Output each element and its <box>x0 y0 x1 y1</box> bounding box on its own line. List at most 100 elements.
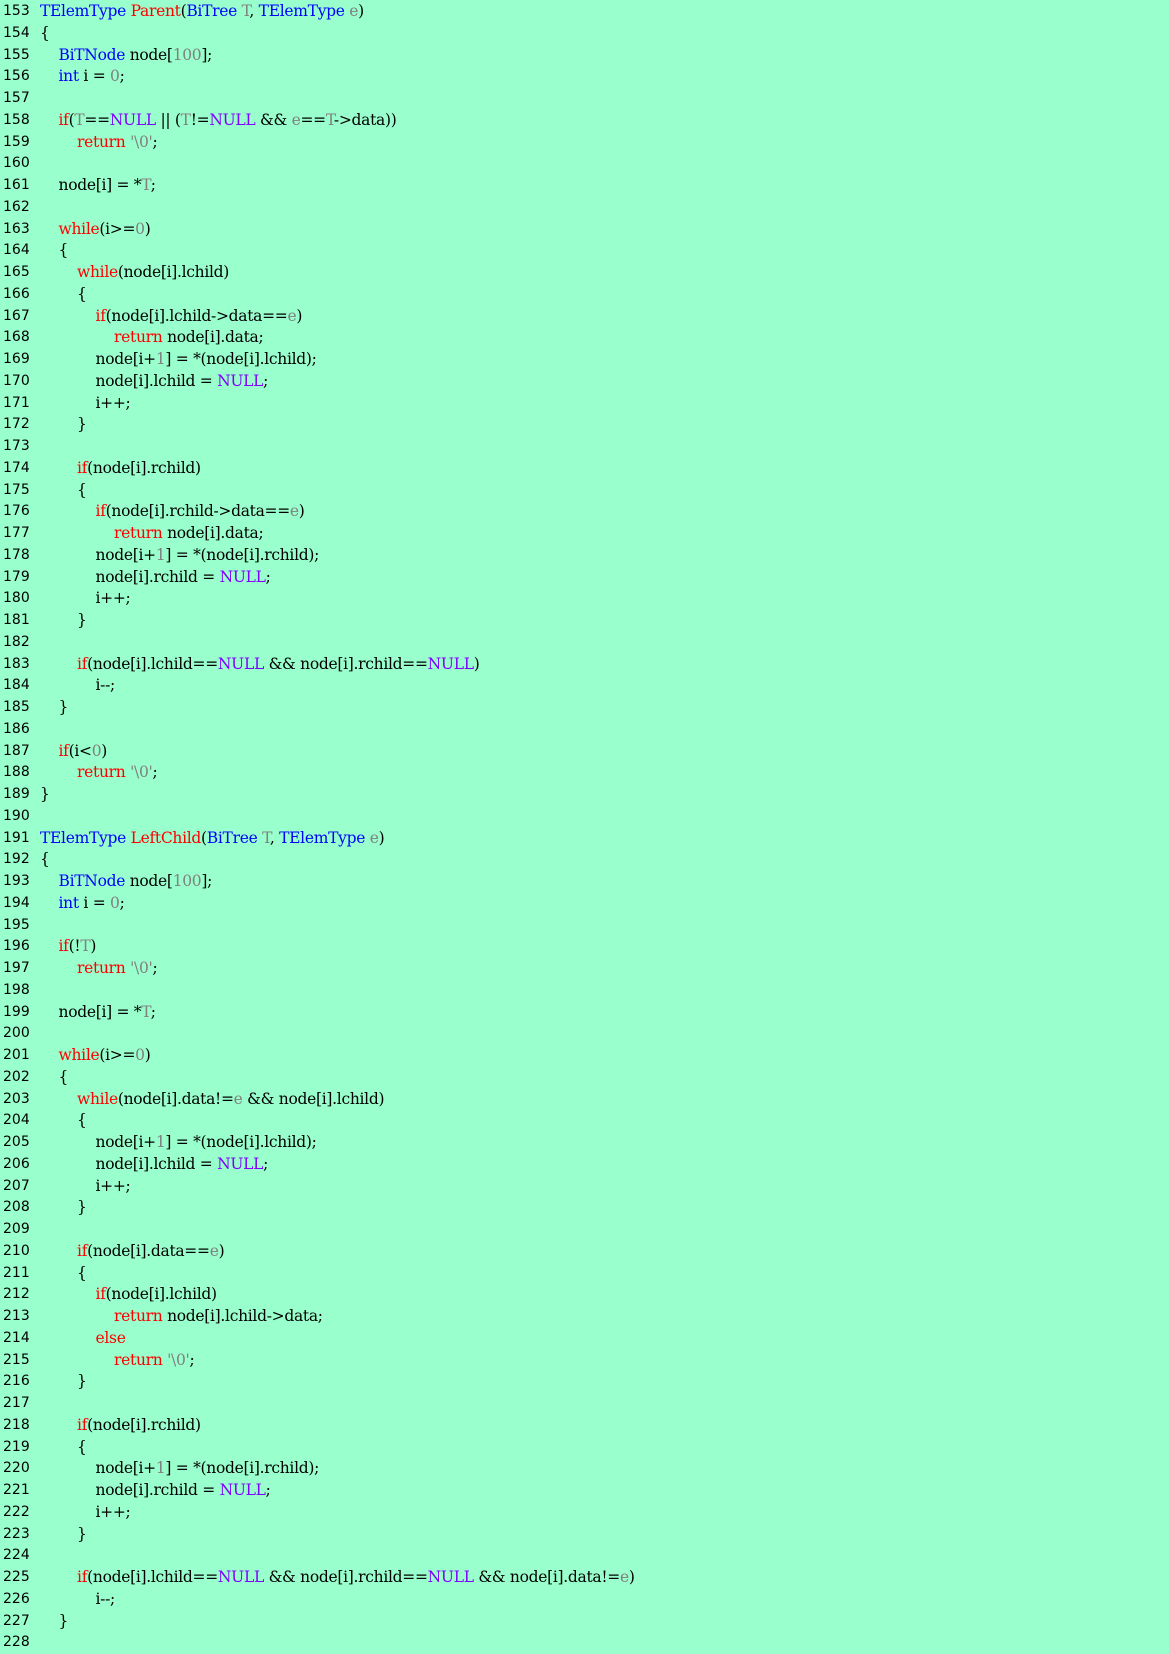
code-token: node[i].lchild = <box>40 371 218 390</box>
code-token: 0 <box>91 741 102 760</box>
code-line: 180 i++; <box>0 588 1169 610</box>
line-number: 211 <box>3 1264 30 1281</box>
code-text: TElemType LeftChild(BiTree T, TElemType … <box>40 828 385 850</box>
line-number: 183 <box>3 655 30 672</box>
code-token: node[i+ <box>40 1133 157 1151</box>
code-token: e <box>619 1568 629 1586</box>
code-line: 179 node[i].rchild = NULL; <box>0 567 1169 589</box>
code-token: if <box>95 306 106 325</box>
code-token: && node[i].lchild) <box>242 1089 385 1108</box>
code-text: int i = 0; <box>40 66 125 88</box>
code-token: NULL <box>109 110 156 129</box>
code-token: { <box>40 1111 87 1130</box>
code-token: return <box>77 132 126 151</box>
code-token: '\0' <box>130 959 153 977</box>
code-token: ) <box>298 502 305 521</box>
code-text: if(node[i].rchild) <box>40 1415 201 1437</box>
code-line: 200 <box>0 1023 1169 1045</box>
line-number: 185 <box>3 699 30 715</box>
code-text: { <box>40 23 50 45</box>
code-token: if <box>95 502 106 521</box>
code-text: } <box>40 784 50 806</box>
code-text: else <box>40 1328 126 1350</box>
code-text: if(!T) <box>40 936 97 958</box>
line-number: 158 <box>3 111 30 128</box>
line-number: 216 <box>3 1373 30 1390</box>
line-number: 164 <box>3 242 30 259</box>
line-number: 174 <box>3 459 30 476</box>
line-number: 228 <box>3 1634 30 1651</box>
line-number: 162 <box>3 198 30 215</box>
code-token: node[i].lchild->data; <box>162 1307 323 1325</box>
line-number: 178 <box>3 546 30 563</box>
code-line: 189} <box>0 784 1169 806</box>
code-text: if(node[i].lchild) <box>40 1284 218 1306</box>
code-line: 228 <box>0 1632 1169 1654</box>
code-token: || ( <box>155 110 181 129</box>
line-number: 157 <box>3 90 30 106</box>
code-token: (node[i].lchild) <box>105 1285 217 1304</box>
line-number: 220 <box>3 1460 30 1477</box>
line-number: 208 <box>3 1199 30 1216</box>
code-line: 197 return '\0'; <box>0 958 1169 980</box>
code-token: node[ <box>125 45 173 64</box>
code-line: 192 { <box>0 849 1169 871</box>
code-token: 100 <box>172 872 202 890</box>
code-token: i--; <box>40 676 116 695</box>
line-number: 186 <box>3 720 30 737</box>
code-text: int i = 0; <box>40 893 125 915</box>
code-editor[interactable]: 153 TElemType Parent(BiTree T, TElemType … <box>0 0 1169 1650</box>
code-line: 213 return node[i].lchild->data; <box>0 1306 1169 1328</box>
code-token: while <box>77 263 118 281</box>
code-text: if(node[i].lchild->data==e) <box>40 306 303 328</box>
code-line: 165 while(node[i].lchild) <box>0 262 1169 284</box>
line-number: 163 <box>3 220 30 237</box>
code-token: } <box>40 1611 69 1630</box>
code-line: 199 node[i] = *T; <box>0 1002 1169 1024</box>
line-number: 161 <box>3 177 30 193</box>
code-token: 0 <box>135 219 145 238</box>
code-token: if <box>77 458 88 477</box>
code-line: 204 { <box>0 1110 1169 1132</box>
code-token: ) <box>90 937 97 956</box>
code-text: i--; <box>40 1589 116 1611</box>
code-token: ) <box>473 654 480 673</box>
line-number: 209 <box>3 1221 30 1237</box>
line-number: 201 <box>3 1047 30 1063</box>
code-text: i--; <box>40 675 116 697</box>
code-line: 221 node[i].rchild = NULL; <box>0 1480 1169 1502</box>
code-text: TElemType Parent(BiTree T, TElemType e) <box>40 1 364 23</box>
code-line: 167 if(node[i].lchild->data==e) <box>0 306 1169 328</box>
code-token: 1 <box>155 1459 166 1478</box>
code-token: (i>= <box>99 219 136 238</box>
code-line: 215 return '\0'; <box>0 1350 1169 1372</box>
code-token: TElemType <box>40 2 126 20</box>
line-number: 168 <box>3 329 30 346</box>
code-line: 198 <box>0 980 1169 1002</box>
line-number: 215 <box>3 1351 30 1368</box>
code-line: 168 return node[i].data; <box>0 327 1169 349</box>
code-line: 156 int i = 0; <box>0 66 1169 88</box>
line-number: 176 <box>3 503 30 520</box>
code-token: (node[i].lchild== <box>87 1568 218 1586</box>
code-token: } <box>40 1198 87 1217</box>
code-token: (node[i].lchild) <box>117 263 230 281</box>
code-token: i++; <box>40 1502 131 1521</box>
code-line: 218 if(node[i].rchild) <box>0 1415 1169 1437</box>
code-text: return '\0'; <box>40 762 158 784</box>
line-number: 187 <box>3 742 30 759</box>
code-token: TElemType <box>258 2 345 20</box>
code-text: node[i].rchild = NULL; <box>40 567 271 589</box>
line-number: 213 <box>3 1308 30 1324</box>
code-token: i++; <box>40 393 131 412</box>
code-token: e <box>369 828 379 847</box>
code-line: 223 } <box>0 1524 1169 1546</box>
code-token: TElemType <box>40 828 126 847</box>
line-number: 191 <box>3 829 30 846</box>
